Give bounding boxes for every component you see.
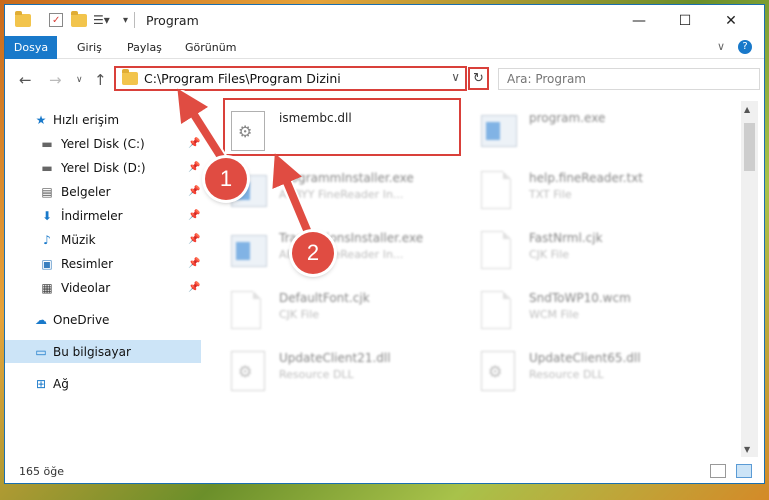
sidebar-item-drive-c[interactable]: ▬ Yerel Disk (C:) 📌 bbox=[5, 132, 201, 155]
scroll-down-icon[interactable]: ▼ bbox=[744, 445, 750, 454]
pin-icon[interactable]: 📌 bbox=[188, 162, 200, 173]
minimize-button[interactable]: — bbox=[616, 5, 662, 36]
file-icon bbox=[481, 291, 515, 331]
scroll-thumb[interactable] bbox=[744, 123, 755, 171]
scroll-up-icon[interactable]: ▲ bbox=[744, 105, 750, 114]
list-item[interactable]: DefaultFont.cjk CJK File bbox=[205, 287, 441, 341]
title-bar: ✓ ☰▾ ▾ Program — ☐ ✕ bbox=[5, 5, 764, 36]
dll-file-icon: ⚙ bbox=[481, 351, 515, 391]
drive-icon: ▬ bbox=[41, 160, 53, 175]
file-name: FastNrml.cjk bbox=[529, 231, 603, 245]
navigation-pane: ★ Hızlı erişim ▬ Yerel Disk (C:) 📌 ▬ Yer… bbox=[5, 101, 205, 457]
close-button[interactable]: ✕ bbox=[708, 5, 754, 36]
details-view-icon[interactable] bbox=[710, 464, 726, 478]
pin-icon[interactable]: 📌 bbox=[188, 186, 200, 197]
sidebar-item-onedrive[interactable]: ☁ OneDrive bbox=[5, 308, 201, 331]
customize-toolbar-icon[interactable]: ☰▾ bbox=[93, 11, 110, 29]
address-row: ← → ∨ ↑ C:\Program Files\Program Dizini … bbox=[5, 59, 764, 101]
item-count: 165 öğe bbox=[19, 465, 64, 478]
pin-icon[interactable]: 📌 bbox=[188, 282, 200, 293]
list-item[interactable]: SndToWP10.wcm WCM File bbox=[455, 287, 691, 341]
drive-icon: ▬ bbox=[41, 136, 53, 151]
file-type: CJK File bbox=[529, 248, 570, 261]
music-icon: ♪ bbox=[43, 232, 51, 247]
exe-file-icon bbox=[481, 111, 517, 151]
sidebar-item-pictures[interactable]: ▣ Resimler 📌 bbox=[5, 252, 201, 275]
forward-arrow-icon[interactable]: → bbox=[49, 71, 62, 89]
download-icon: ⬇ bbox=[41, 208, 53, 223]
sidebar-item-videos[interactable]: ▦ Videolar 📌 bbox=[5, 276, 201, 299]
properties-icon[interactable]: ✓ bbox=[49, 13, 63, 27]
back-arrow-icon[interactable]: ← bbox=[19, 71, 32, 89]
tab-home[interactable]: Giriş bbox=[67, 36, 112, 59]
recent-locations-icon[interactable]: ∨ bbox=[76, 75, 83, 85]
search-input[interactable] bbox=[498, 68, 760, 90]
file-type: WCM File bbox=[529, 308, 579, 321]
new-folder-icon[interactable] bbox=[71, 10, 87, 29]
sidebar-item-this-pc[interactable]: ▭ Bu bilgisayar bbox=[5, 340, 201, 363]
file-type: ABBYY FineReader In... bbox=[279, 188, 404, 201]
explorer-window: ✓ ☰▾ ▾ Program — ☐ ✕ Dosya Giriş Paylaş … bbox=[4, 4, 765, 484]
expand-ribbon-icon[interactable]: ∨ bbox=[717, 40, 725, 53]
large-icons-view-icon[interactable] bbox=[736, 464, 752, 478]
sidebar-item-quick-access[interactable]: ★ Hızlı erişim bbox=[5, 108, 201, 131]
file-name: UpdateClient65.dll bbox=[529, 351, 641, 365]
network-icon: ⊞ bbox=[35, 376, 47, 391]
pin-icon[interactable]: 📌 bbox=[188, 138, 200, 149]
star-icon: ★ bbox=[35, 112, 47, 127]
sidebar-item-downloads[interactable]: ⬇ İndirmeler 📌 bbox=[5, 204, 201, 227]
tab-share[interactable]: Paylaş bbox=[117, 36, 172, 59]
window-title: Program bbox=[146, 13, 199, 28]
pictures-icon: ▣ bbox=[41, 256, 53, 271]
list-item[interactable]: help.fineReader.txt TXT File bbox=[455, 167, 691, 221]
sidebar-item-network[interactable]: ⊞ Ağ bbox=[5, 372, 201, 395]
pin-icon[interactable]: 📌 bbox=[188, 234, 200, 245]
up-arrow-icon[interactable]: ↑ bbox=[94, 71, 107, 89]
sidebar-item-music[interactable]: ♪ Müzik 📌 bbox=[5, 228, 201, 251]
documents-icon: ▤ bbox=[41, 184, 53, 199]
pin-icon[interactable]: 📌 bbox=[188, 258, 200, 269]
help-icon[interactable]: ? bbox=[738, 40, 752, 54]
status-bar: 165 öğe bbox=[5, 457, 764, 483]
step-badge-2: 2 bbox=[292, 232, 334, 274]
file-name: ProgrammInstaller.exe bbox=[279, 171, 414, 185]
computer-icon: ▭ bbox=[35, 344, 47, 359]
list-item[interactable]: ⚙ UpdateClient65.dll Resource DLL bbox=[455, 347, 691, 401]
vertical-scrollbar[interactable]: ▲ ▼ bbox=[741, 101, 758, 457]
maximize-button[interactable]: ☐ bbox=[662, 5, 708, 36]
folder-icon bbox=[122, 69, 138, 85]
file-name: DefaultFont.cjk bbox=[279, 291, 370, 305]
videos-icon: ▦ bbox=[41, 280, 53, 295]
chevron-down-icon[interactable]: ∨ bbox=[451, 70, 460, 84]
file-name: UpdateClient21.dll bbox=[279, 351, 391, 365]
target-file-highlight bbox=[223, 98, 461, 156]
ribbon: Dosya Giriş Paylaş Görünüm ∨ ? bbox=[5, 36, 764, 90]
address-path: C:\Program Files\Program Dizini bbox=[144, 71, 341, 86]
tab-view[interactable]: Görünüm bbox=[175, 36, 246, 59]
cloud-icon: ☁ bbox=[35, 312, 47, 327]
file-name: help.fineReader.txt bbox=[529, 171, 643, 185]
refresh-button[interactable]: ↻ bbox=[468, 67, 489, 90]
list-item[interactable]: FastNrml.cjk CJK File bbox=[455, 227, 691, 281]
text-file-icon bbox=[481, 171, 515, 211]
chevron-down-icon[interactable]: ▾ bbox=[123, 11, 128, 29]
folder-icon bbox=[15, 10, 31, 29]
file-name: SndToWP10.wcm bbox=[529, 291, 631, 305]
sidebar-item-drive-d[interactable]: ▬ Yerel Disk (D:) 📌 bbox=[5, 156, 201, 179]
dll-file-icon: ⚙ bbox=[231, 351, 265, 391]
list-item[interactable]: program.exe bbox=[455, 107, 691, 161]
file-type: CJK File bbox=[279, 308, 320, 321]
file-type: Resource DLL bbox=[529, 368, 604, 381]
file-type: TXT File bbox=[529, 188, 572, 201]
address-bar[interactable]: C:\Program Files\Program Dizini ∨ bbox=[114, 66, 467, 91]
sidebar-item-documents[interactable]: ▤ Belgeler 📌 bbox=[5, 180, 201, 203]
installer-icon bbox=[231, 231, 267, 271]
file-type: Resource DLL bbox=[279, 368, 354, 381]
file-name: program.exe bbox=[529, 111, 606, 125]
file-icon bbox=[481, 231, 515, 271]
pin-icon[interactable]: 📌 bbox=[188, 210, 200, 221]
file-icon bbox=[231, 291, 265, 331]
list-item[interactable]: ⚙ UpdateClient21.dll Resource DLL bbox=[205, 347, 441, 401]
step-badge-1: 1 bbox=[205, 158, 247, 200]
